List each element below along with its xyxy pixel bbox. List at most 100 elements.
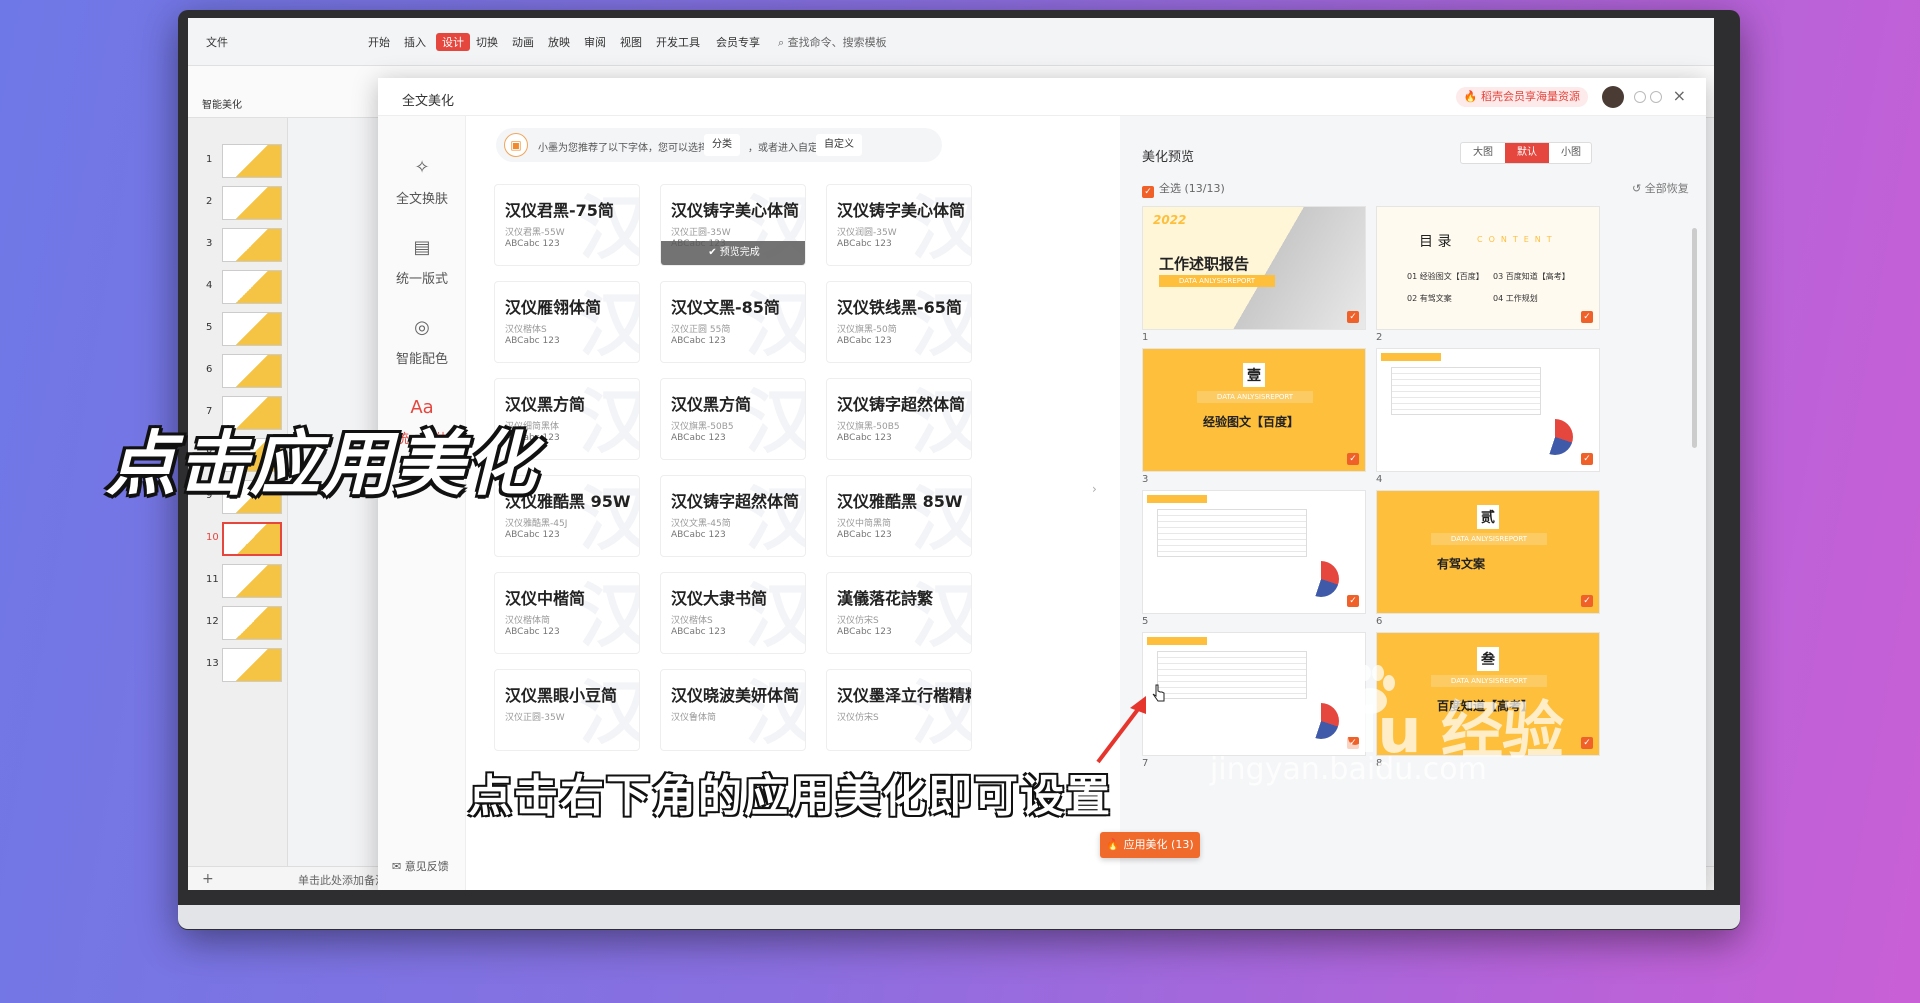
preview-done-overlay: ✔ 预览完成 <box>661 241 805 265</box>
slide-number: 11 <box>206 574 219 585</box>
menu-home[interactable]: 开始 <box>368 34 390 50</box>
slide-thumbnail[interactable] <box>222 186 282 220</box>
restore-all-button[interactable]: ↺ 全部恢复 <box>1632 180 1689 196</box>
preview-slide[interactable]: 壹 DATA ANLYSISREPORT 经验图文【百度】 ✓ <box>1142 348 1366 472</box>
font-card-watermark: 汉 <box>745 387 805 457</box>
slide-thumbnail[interactable] <box>222 354 282 388</box>
slide-thumbnail[interactable] <box>222 648 282 682</box>
command-search[interactable]: ⌕ 查找命令、搜索模板 <box>778 34 887 50</box>
font-card[interactable]: 汉汉仪铁线黑-65简汉仪旗黑-50简ABCabc 123 <box>826 281 972 363</box>
font-card[interactable]: 汉汉仪墨泽立行楷精粹版W汉仪仿宋S <box>826 669 972 751</box>
toc-item: 02 有驾文案 <box>1407 294 1452 303</box>
font-sample: ABCabc 123 <box>505 336 560 346</box>
preview-slide[interactable]: 2022 工作述职报告 DATA ANLYSISREPORT ✓ <box>1142 206 1366 330</box>
settings-icon[interactable] <box>1634 91 1646 103</box>
font-card[interactable]: 汉汉仪中楷简汉仪楷体简ABCabc 123 <box>494 572 640 654</box>
menu-review[interactable]: 审阅 <box>584 34 606 50</box>
size-default-button[interactable]: 默认 <box>1505 143 1549 163</box>
slide-checkbox[interactable]: ✓ <box>1581 453 1593 465</box>
menu-file[interactable]: 文件 <box>206 34 228 50</box>
menu-slideshow[interactable]: 放映 <box>548 34 570 50</box>
section-title: 有驾文案 <box>1437 557 1486 571</box>
font-sample: ABCabc 123 <box>671 336 726 346</box>
toc-title: 目 录 <box>1419 234 1452 250</box>
slide-tag: DATA ANLYSISREPORT <box>1197 391 1313 403</box>
preview-slide[interactable]: 贰 DATA ANLYSISREPORT 有驾文案 ✓ <box>1376 490 1600 614</box>
font-card[interactable]: 汉汉仪晓波美妍体简汉仪鲁体简 <box>660 669 806 751</box>
notes-placeholder[interactable]: 单击此处添加备注 <box>298 872 386 888</box>
vip-badge[interactable]: 🔥 稻壳会员享海量资源 <box>1455 87 1588 107</box>
font-card[interactable]: 汉汉仪雅酷黑 85W汉仪中简黑简ABCabc 123 <box>826 475 972 557</box>
add-slide-icon[interactable]: + <box>202 871 214 887</box>
nav-skin[interactable]: ✧ 全文换肤 <box>378 156 466 226</box>
select-all-label: 全选 (13/13) <box>1159 182 1225 195</box>
font-sample: ABCabc 123 <box>505 530 560 540</box>
apply-beautify-button[interactable]: 🔥 应用美化 (13) <box>1100 832 1200 858</box>
slide-thumbnail[interactable] <box>222 312 282 346</box>
font-card[interactable]: 汉漢儀落花詩繁汉仪仿宋SABCabc 123 <box>826 572 972 654</box>
menu-view[interactable]: 视图 <box>620 34 642 50</box>
smart-beautify-button[interactable]: 智能美化 <box>202 96 242 111</box>
nav-color[interactable]: ◎ 智能配色 <box>378 316 466 386</box>
nav-layout-label: 统一版式 <box>395 272 448 287</box>
font-sample: ABCabc 123 <box>671 433 726 443</box>
font-sample: ABCabc 123 <box>837 336 892 346</box>
preview-slide[interactable]: ✓ <box>1376 348 1600 472</box>
font-card[interactable]: 汉汉仪铸字美心体简汉仪正圆-35WABCabc 123✔ 预览完成 <box>660 184 806 266</box>
menu-animation[interactable]: 动画 <box>512 34 534 50</box>
font-sample: ABCabc 123 <box>671 530 726 540</box>
preview-slide[interactable]: ✓ <box>1142 490 1366 614</box>
slide-checkbox[interactable]: ✓ <box>1581 311 1593 323</box>
menu-insert[interactable]: 插入 <box>404 34 426 50</box>
font-name: 汉仪铸字美心体简 <box>671 201 800 220</box>
font-name: 汉仪铁线黑-65简 <box>837 298 962 317</box>
slide-checkbox[interactable]: ✓ <box>1347 595 1359 607</box>
category-button[interactable]: 分类 <box>704 134 740 156</box>
slide-checkbox[interactable]: ✓ <box>1581 595 1593 607</box>
font-card[interactable]: 汉汉仪大隶书简汉仪楷体SABCabc 123 <box>660 572 806 654</box>
font-name: 漢儀落花詩繁 <box>837 589 934 608</box>
font-card[interactable]: 汉汉仪铸字美心体简汉仪润圆-35WABCabc 123 <box>826 184 972 266</box>
slide-thumbnail[interactable] <box>222 606 282 640</box>
avatar[interactable] <box>1602 86 1624 108</box>
menu-transition[interactable]: 切换 <box>476 34 498 50</box>
font-card[interactable]: 汉汉仪黑眼小豆简汉仪正圆-35W <box>494 669 640 751</box>
menu-icon[interactable] <box>1650 91 1662 103</box>
preview-slide-number: 1 <box>1142 332 1149 343</box>
slide-checkbox[interactable]: ✓ <box>1347 453 1359 465</box>
menu-member[interactable]: 会员专享 <box>716 34 760 50</box>
select-all-checkbox[interactable]: ✓ 全选 (13/13) <box>1142 180 1225 198</box>
slide-thumbnail[interactable] <box>222 228 282 262</box>
menu-developer[interactable]: 开发工具 <box>656 34 700 50</box>
menu-design[interactable]: 设计 <box>436 33 470 51</box>
close-button[interactable]: × <box>1673 86 1686 105</box>
slide-checkbox[interactable]: ✓ <box>1347 311 1359 323</box>
slide-thumbnail[interactable] <box>222 270 282 304</box>
slide-thumbnail[interactable] <box>222 522 282 556</box>
slide-thumbnail[interactable] <box>222 564 282 598</box>
collapse-arrow-icon[interactable]: › <box>1092 482 1097 496</box>
font-subname: 汉仪正圆-35W <box>505 713 565 723</box>
nav-layout[interactable]: ▤ 统一版式 <box>378 236 466 306</box>
toc-item: 04 工作规划 <box>1493 294 1538 303</box>
font-card[interactable]: 汉汉仪铸字超然体简汉仪文黑-45简ABCabc 123 <box>660 475 806 557</box>
subtitle-overlay: 点击右下角的应用美化即可设置 <box>468 771 1112 822</box>
font-name: 汉仪晓波美妍体简 <box>671 686 800 705</box>
size-large-button[interactable]: 大图 <box>1461 143 1505 163</box>
size-small-button[interactable]: 小图 <box>1549 143 1593 163</box>
slide-thumbnail[interactable] <box>222 144 282 178</box>
font-card[interactable]: 汉汉仪黑方简汉仪旗黑-50B5ABCabc 123 <box>660 378 806 460</box>
font-name: 汉仪雅酷黑 85W <box>837 492 963 511</box>
font-card[interactable]: 汉汉仪君黑-75简汉仪君黑-55WABCabc 123 <box>494 184 640 266</box>
font-card[interactable]: 汉汉仪文黑-85简汉仪正圆 55简ABCabc 123 <box>660 281 806 363</box>
custom-button[interactable]: 自定义 <box>816 134 862 156</box>
preview-scrollbar[interactable] <box>1692 228 1697 448</box>
font-card-watermark: 汉 <box>579 387 639 457</box>
slide-table <box>1391 367 1541 415</box>
slide-checkbox[interactable]: ✓ <box>1581 737 1593 749</box>
preview-slide[interactable]: 目 录 CONTENT 01 经验图文【百度】 03 百度知道【高考】 02 有驾文案 0… <box>1376 206 1600 330</box>
font-sample: ABCabc 123 <box>505 239 560 249</box>
font-card[interactable]: 汉汉仪雁翎体简汉仪楷体SABCabc 123 <box>494 281 640 363</box>
feedback-link[interactable]: ✉ 意见反馈 <box>392 858 449 874</box>
font-card[interactable]: 汉汉仪铸字超然体简汉仪旗黑-50B5ABCabc 123 <box>826 378 972 460</box>
